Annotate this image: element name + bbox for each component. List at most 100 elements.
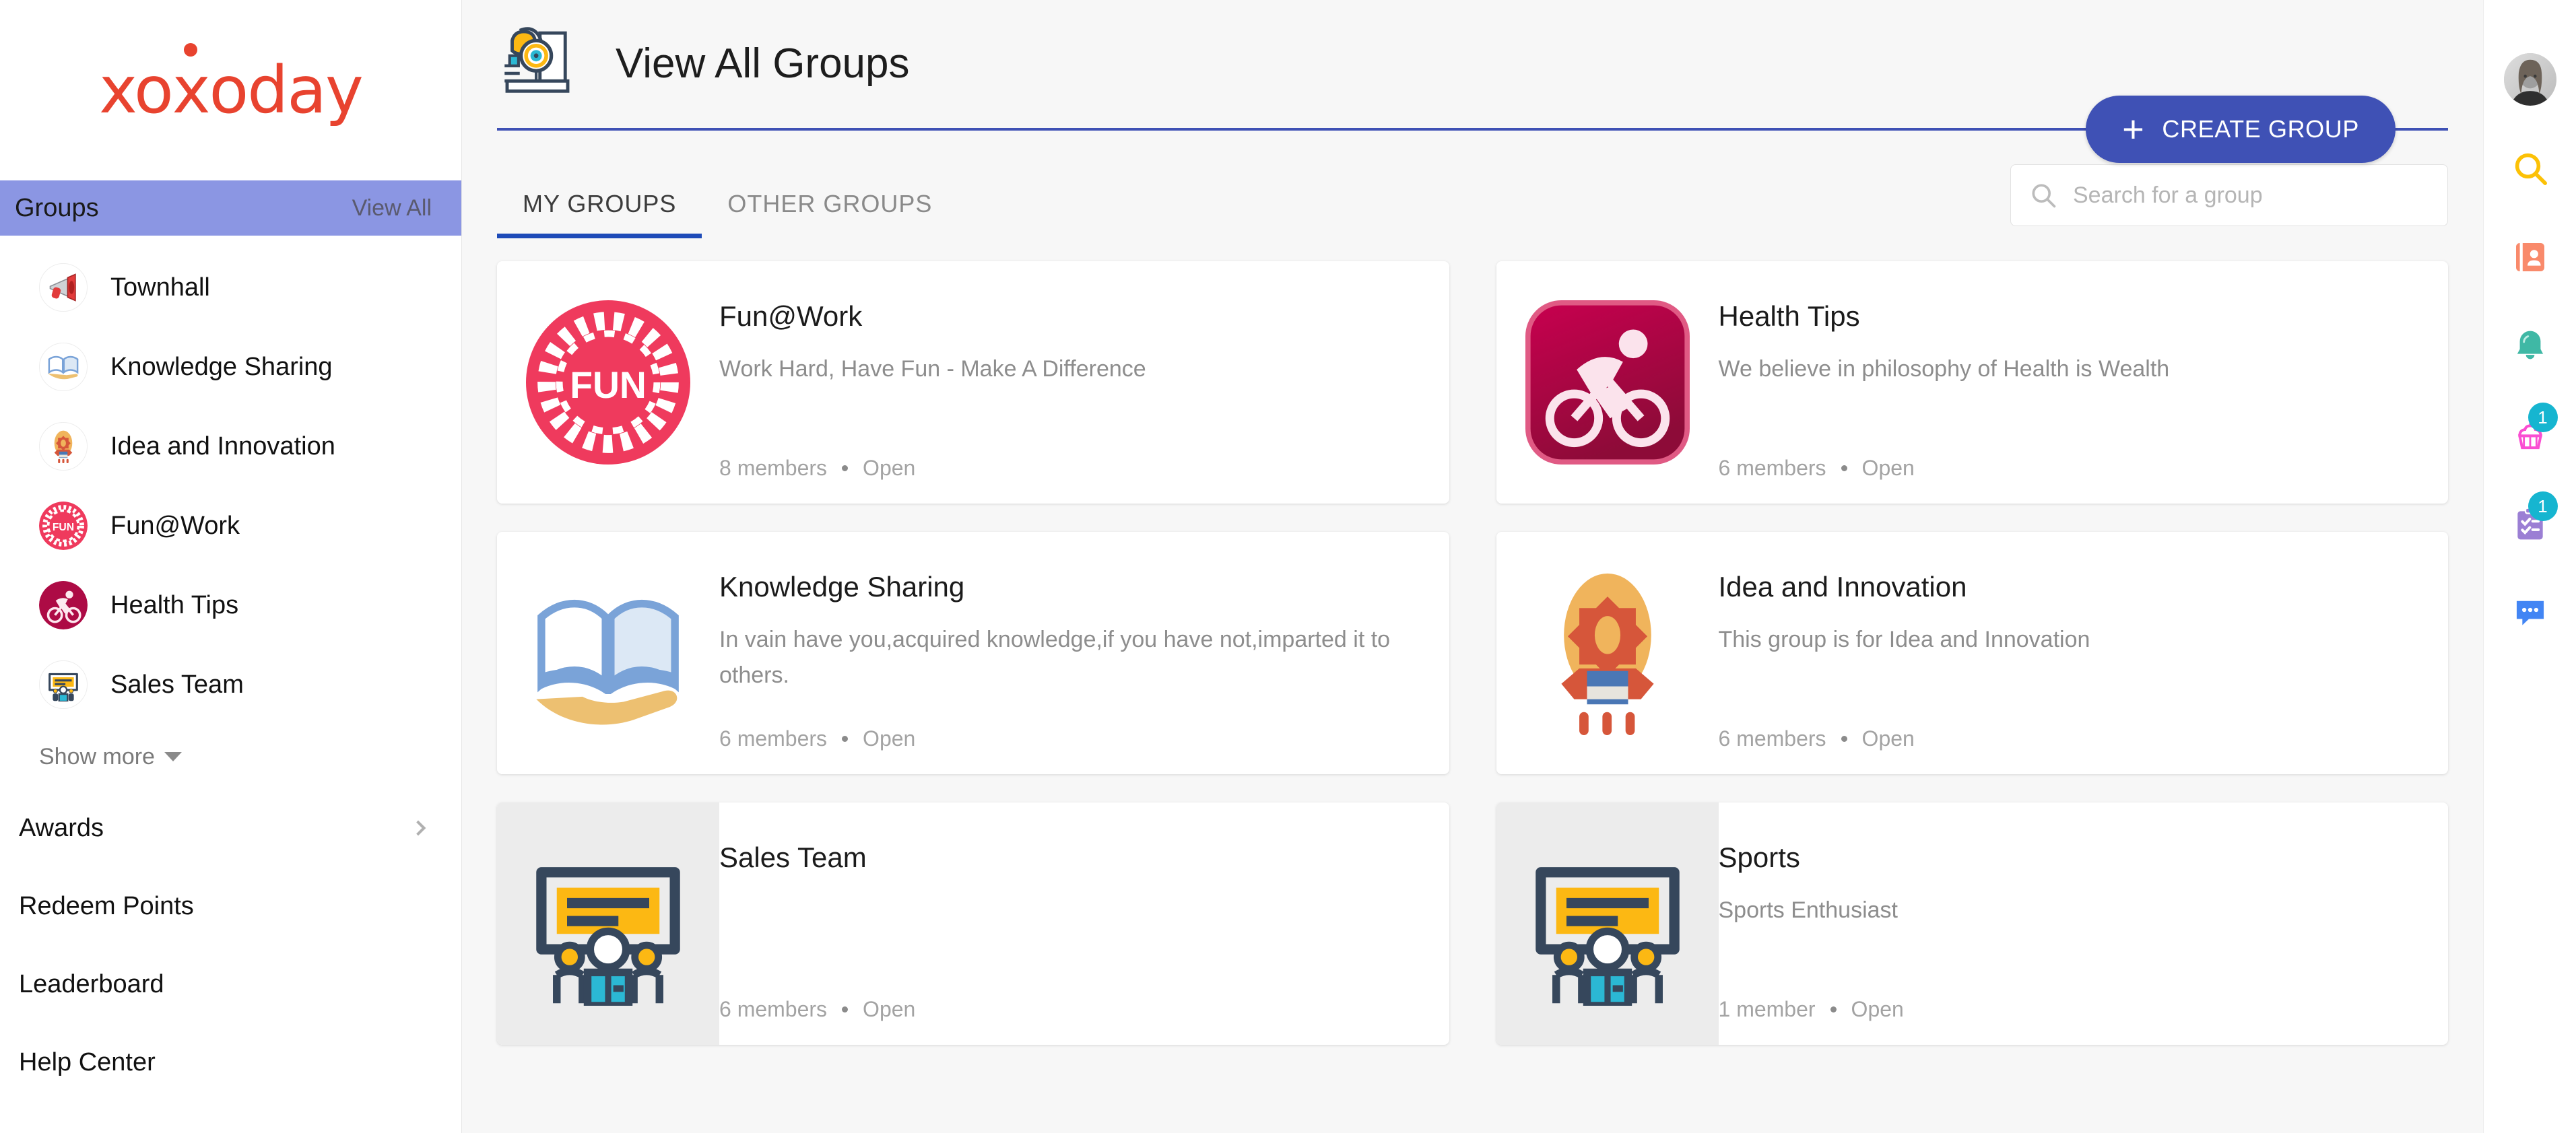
- app-root: xo x oday Groups View All Townhall Knowl…: [0, 0, 2576, 1133]
- presentation-team-icon: [526, 842, 690, 1006]
- tab-my-groups[interactable]: MY GROUPS: [497, 190, 702, 238]
- separator-dot: [842, 465, 849, 471]
- separator-dot: [842, 1006, 849, 1012]
- card-members-count: 1 member: [1718, 997, 1816, 1021]
- brand-logo[interactable]: xo x oday: [0, 0, 461, 180]
- right-rail: 1 1: [2483, 0, 2576, 1133]
- presentation-team-icon: [1525, 842, 1690, 1006]
- card-members-count: 6 members: [1718, 456, 1826, 480]
- group-card-sports[interactable]: Sports Sports Enthusiast 1 member Open: [1496, 802, 2449, 1045]
- separator-dot: [1841, 465, 1847, 471]
- card-meta: 1 member Open: [1719, 997, 2422, 1022]
- sidebar-item-fun-at-work[interactable]: FUN Fun@Work: [0, 486, 461, 565]
- sidebar-menu-label: Awards: [19, 813, 104, 842]
- card-avatar: [497, 532, 719, 774]
- rail-item-directory[interactable]: [2484, 213, 2576, 302]
- card-meta: 8 members Open: [719, 456, 1422, 481]
- separator-dot: [1841, 736, 1847, 742]
- rail-item-search[interactable]: [2484, 124, 2576, 213]
- chat-bubble-icon: [2511, 594, 2549, 631]
- card-description: Sports Enthusiast: [1718, 897, 1898, 924]
- card-privacy-status: Open: [863, 726, 916, 751]
- celebrations-badge: 1: [2528, 403, 2558, 432]
- sidebar-item-idea-and-innovation[interactable]: Idea and Innovation: [0, 407, 461, 486]
- sidebar-menu-label: Redeem Points: [19, 891, 194, 920]
- rail-item-chat[interactable]: [2484, 568, 2576, 657]
- card-members-count: 6 members: [1718, 726, 1826, 751]
- sidebar-groups-view-all-link[interactable]: View All: [352, 195, 432, 221]
- card-title: Knowledge Sharing: [719, 571, 965, 603]
- contacts-book-icon: [2511, 238, 2549, 276]
- card-title: Idea and Innovation: [1718, 571, 1967, 603]
- group-card-knowledge-sharing[interactable]: Knowledge Sharing In vain have you,acqui…: [497, 532, 1449, 774]
- sidebar-item-health-tips[interactable]: Health Tips: [0, 565, 461, 645]
- sidebar-item-label: Knowledge Sharing: [110, 352, 333, 381]
- card-description: We believe in philosophy of Health is We…: [1718, 356, 2170, 382]
- card-members-count: 8 members: [719, 456, 828, 480]
- open-book-hand-icon: [39, 343, 88, 391]
- card-body: Sports Sports Enthusiast 1 member Open: [1719, 802, 2449, 1045]
- brand-wordmark: xo x oday: [99, 43, 364, 123]
- rocket-gear-icon: [1525, 571, 1690, 735]
- card-body: Health Tips We believe in philosophy of …: [1719, 261, 2449, 504]
- tab-label: OTHER GROUPS: [727, 190, 933, 217]
- rocket-gear-icon: [39, 422, 88, 471]
- card-body: Fun@Work Work Hard, Have Fun - Make A Di…: [719, 261, 1449, 504]
- group-card-health-tips[interactable]: Health Tips We believe in philosophy of …: [1496, 261, 2449, 504]
- tab-label: MY GROUPS: [523, 190, 677, 217]
- card-avatar: FUN: [497, 261, 719, 504]
- card-meta: 6 members Open: [719, 997, 1422, 1022]
- separator-dot: [842, 736, 849, 742]
- card-avatar: [1496, 261, 1719, 504]
- search-group-box[interactable]: [2010, 164, 2448, 226]
- rail-item-notifications[interactable]: [2484, 302, 2576, 390]
- main-content: View All Groups + CREATE GROUP MY GROUPS…: [462, 0, 2483, 1133]
- sidebar-groups-header: Groups View All: [0, 180, 461, 236]
- search-input[interactable]: [2073, 182, 2430, 209]
- rail-item-tasks[interactable]: 1: [2484, 479, 2576, 568]
- tab-other-groups[interactable]: OTHER GROUPS: [702, 190, 958, 238]
- sidebar-item-label: Idea and Innovation: [110, 432, 335, 460]
- card-members-count: 6 members: [719, 997, 828, 1021]
- megaphone-icon: [39, 263, 88, 312]
- card-body: Sales Team 6 members Open: [719, 802, 1449, 1045]
- card-privacy-status: Open: [863, 456, 916, 480]
- sidebar-item-redeem-points[interactable]: Redeem Points: [0, 867, 461, 945]
- fun-gear-icon: FUN: [526, 300, 690, 465]
- page-title: View All Groups: [616, 40, 910, 87]
- create-group-button[interactable]: + CREATE GROUP: [2086, 96, 2396, 163]
- sidebar-item-awards[interactable]: Awards: [0, 789, 461, 867]
- sidebar-item-leaderboard[interactable]: Leaderboard: [0, 945, 461, 1023]
- rail-item-celebrations[interactable]: 1: [2484, 390, 2576, 479]
- card-title: Sales Team: [719, 842, 867, 873]
- card-avatar: [497, 802, 719, 1045]
- sidebar-menu-label: Leaderboard: [19, 969, 164, 998]
- search-icon: [2028, 180, 2058, 210]
- groups-card-grid: FUN Fun@Work Work Hard, Have Fun - Make …: [462, 238, 2483, 1045]
- card-description: This group is for Idea and Innovation: [1718, 627, 2090, 653]
- card-description: Work Hard, Have Fun - Make A Difference: [719, 356, 1146, 382]
- group-card-idea-and-innovation[interactable]: Idea and Innovation This group is for Id…: [1496, 532, 2449, 774]
- cyclist-icon: [1525, 300, 1690, 465]
- cyclist-icon: [39, 581, 88, 629]
- show-more-button[interactable]: Show more: [0, 724, 461, 789]
- sidebar-item-label: Health Tips: [110, 590, 239, 619]
- separator-dot: [1830, 1006, 1837, 1012]
- rail-item-profile[interactable]: [2484, 35, 2576, 124]
- card-meta: 6 members Open: [1719, 726, 2422, 751]
- show-more-label: Show more: [39, 743, 155, 769]
- sidebar-item-knowledge-sharing[interactable]: Knowledge Sharing: [0, 327, 461, 407]
- sidebar-groups-title: Groups: [15, 193, 99, 222]
- chevron-down-icon: [164, 752, 182, 761]
- sidebar-item-townhall[interactable]: Townhall: [0, 248, 461, 327]
- group-card-sales-team[interactable]: Sales Team 6 members Open: [497, 802, 1449, 1045]
- sidebar-item-sales-team[interactable]: Sales Team: [0, 645, 461, 724]
- card-meta: 6 members Open: [1719, 456, 2422, 481]
- sidebar-item-help-center[interactable]: Help Center: [0, 1023, 461, 1101]
- card-description: In vain have you,acquired knowledge,if y…: [719, 627, 1391, 688]
- card-body: Idea and Innovation This group is for Id…: [1719, 532, 2449, 774]
- tab-list: MY GROUPS OTHER GROUPS: [497, 160, 958, 238]
- group-card-fun-at-work[interactable]: FUN Fun@Work Work Hard, Have Fun - Make …: [497, 261, 1449, 504]
- chevron-right-icon: [410, 820, 426, 836]
- search-icon: [2511, 149, 2549, 187]
